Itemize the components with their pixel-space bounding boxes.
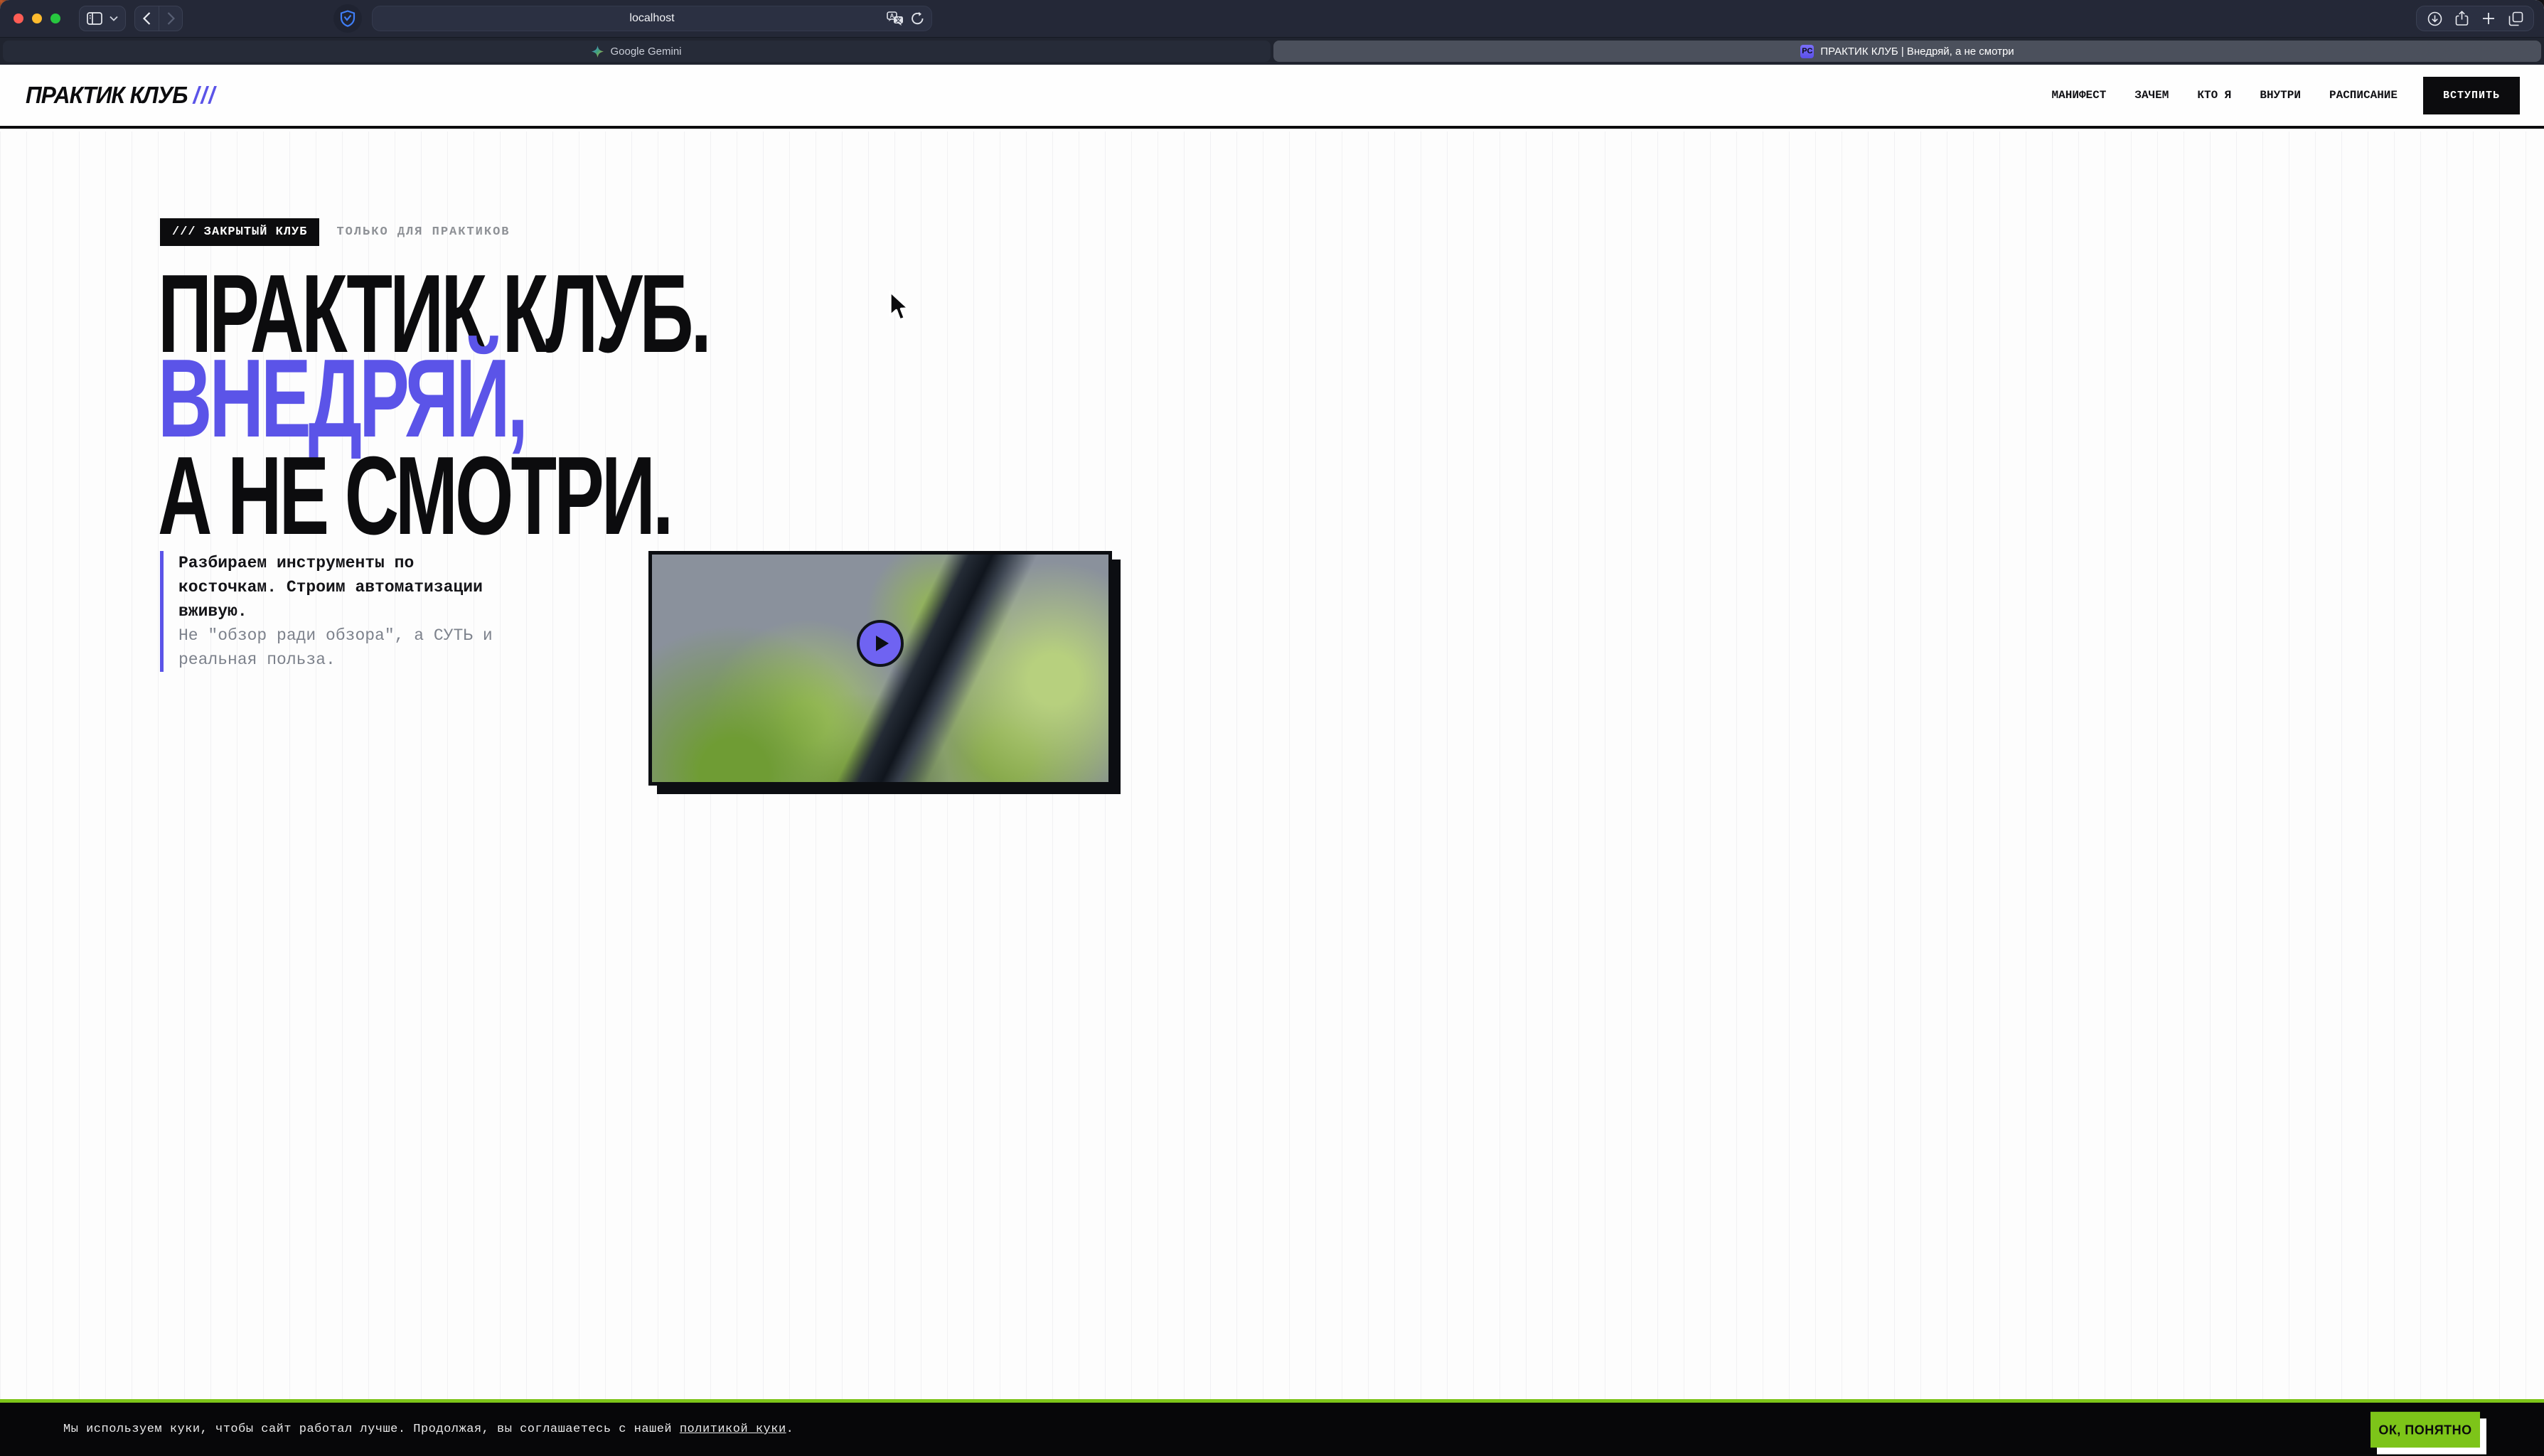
site-favicon: PC: [1800, 45, 1814, 58]
share-icon[interactable]: [2449, 7, 2474, 30]
chevron-down-icon[interactable]: [109, 16, 118, 21]
new-tab-icon[interactable]: [2476, 7, 2501, 30]
history-nav-buttons: [134, 6, 183, 31]
hero-lead-main: Разбираем инструменты по косточкам. Стро…: [178, 551, 519, 623]
closed-club-badge: /// ЗАКРЫТЫЙ КЛУБ: [160, 218, 319, 246]
toolbar-actions: [2416, 6, 2534, 31]
back-button[interactable]: [135, 6, 159, 31]
nav-item-vnutri[interactable]: ВНУТРИ: [2260, 89, 2301, 102]
window-controls: [14, 14, 60, 23]
cookie-accept-button[interactable]: ОК, ПОНЯТНО: [2371, 1412, 2480, 1447]
hero-lead: Разбираем инструменты по косточкам. Стро…: [160, 551, 519, 672]
play-button[interactable]: [857, 620, 904, 667]
nav-item-raspisanie[interactable]: РАСПИСАНИЕ: [2329, 89, 2398, 102]
hero-badge-row: /// ЗАКРЫТЫЙ КЛУБ ТОЛЬКО ДЛЯ ПРАКТИКОВ: [160, 218, 510, 246]
hero-title-line-3: А НЕ СМОТРИ.: [158, 440, 670, 552]
browser-toolbar: localhost A 文: [0, 0, 2544, 37]
tab-praktik-klub[interactable]: PC ПРАКТИК КЛУБ | Внедряй, а не смотри: [1273, 41, 2541, 62]
privacy-shield-icon[interactable]: [333, 4, 362, 33]
hero-lead-sub: Не "обзор ради обзора", а СУТЬ и реальна…: [178, 623, 519, 672]
sidebar-icon[interactable]: [87, 12, 102, 25]
tab-title: Google Gemini: [610, 46, 681, 58]
cookie-text: Мы используем куки, чтобы сайт работал л…: [63, 1423, 793, 1436]
tab-strip: Google Gemini PC ПРАКТИК КЛУБ | Внедряй,…: [0, 37, 2544, 65]
site-nav: МАНИФЕСТ ЗАЧЕМ КТО Я ВНУТРИ РАСПИСАНИЕ: [2052, 89, 2398, 102]
address-bar-url: localhost: [629, 12, 674, 25]
sidebar-toggle-group: [79, 6, 126, 31]
svg-text:A: A: [890, 13, 894, 19]
badge-note: ТОЛЬКО ДЛЯ ПРАКТИКОВ: [336, 225, 510, 239]
page-viewport: ПРАКТИК КЛУБ/// МАНИФЕСТ ЗАЧЕМ КТО Я ВНУ…: [0, 65, 2544, 1456]
nav-item-manifest[interactable]: МАНИФЕСТ: [2052, 89, 2107, 102]
cookie-policy-link[interactable]: политикой куки: [680, 1423, 786, 1436]
hero-title: ПРАКТИК КЛУБ. ВНЕДРЯЙ, А НЕ СМОТРИ.: [158, 258, 869, 557]
close-window-button[interactable]: [14, 14, 23, 23]
cookie-banner: Мы используем куки, чтобы сайт работал л…: [0, 1399, 2544, 1456]
site-header: ПРАКТИК КЛУБ/// МАНИФЕСТ ЗАЧЕМ КТО Я ВНУ…: [0, 65, 2544, 129]
promo-video[interactable]: [648, 551, 1112, 786]
browser-window: localhost A 文: [0, 0, 2544, 1456]
address-bar[interactable]: localhost A 文: [372, 6, 932, 31]
tab-overview-icon[interactable]: [2503, 7, 2528, 30]
gemini-sparkle-icon: [592, 46, 604, 58]
minimize-window-button[interactable]: [32, 14, 42, 23]
join-button[interactable]: ВСТУПИТЬ: [2423, 77, 2520, 114]
play-icon: [876, 636, 889, 651]
nav-item-kto-ya[interactable]: КТО Я: [2197, 89, 2231, 102]
site-logo[interactable]: ПРАКТИК КЛУБ///: [26, 82, 216, 109]
hero-section: /// ЗАКРЫТЫЙ КЛУБ ТОЛЬКО ДЛЯ ПРАКТИКОВ П…: [0, 132, 2544, 1456]
translate-icon[interactable]: A 文: [887, 11, 904, 26]
tab-title: ПРАКТИК КЛУБ | Внедряй, а не смотри: [1820, 46, 2014, 58]
nav-item-zachem[interactable]: ЗАЧЕМ: [2134, 89, 2169, 102]
downloads-icon[interactable]: [2422, 7, 2447, 30]
logo-slashes: ///: [193, 82, 216, 109]
video-thumbnail: [652, 555, 1108, 782]
forward-button[interactable]: [159, 6, 182, 31]
zoom-window-button[interactable]: [50, 14, 60, 23]
svg-text:文: 文: [896, 16, 902, 23]
reload-icon[interactable]: [911, 11, 924, 26]
tab-google-gemini[interactable]: Google Gemini: [3, 41, 1271, 62]
